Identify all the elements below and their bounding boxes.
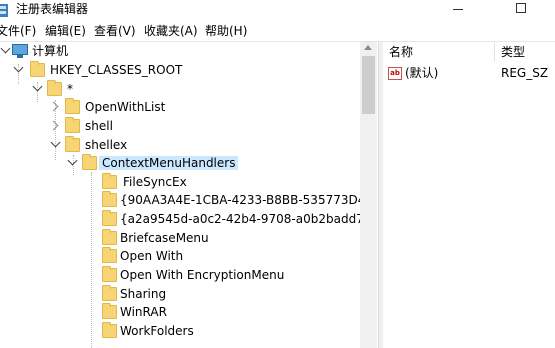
chevron-right-icon[interactable] [48, 120, 59, 131]
tree-label: BriefcaseMenu [120, 231, 209, 245]
value-type: REG_SZ [501, 66, 549, 80]
tree-label: HKEY_CLASSES_ROOT [50, 63, 183, 77]
ab-string-icon: ab [388, 67, 402, 80]
tree-label: Open With EncryptionMenu [120, 268, 285, 282]
menu-view[interactable]: 查看(V) [94, 24, 136, 38]
folder-icon [82, 154, 97, 170]
column-separator[interactable] [494, 42, 495, 62]
tree-label: FileSyncEx [123, 175, 187, 189]
chevron-down-icon[interactable] [50, 137, 61, 148]
chevron-right-icon[interactable] [48, 101, 59, 112]
tree-label: shellex [85, 138, 128, 152]
registry-tree[interactable]: 计算机 HKEY_CLASSES_ROOT * OpenWithList she… [0, 42, 375, 348]
menu-help[interactable]: 帮助(H) [205, 24, 247, 38]
folder-icon [102, 266, 117, 282]
tree-label: Open With [120, 249, 184, 263]
value-row[interactable]: ab (默认) REG_SZ [383, 65, 555, 83]
tree-label: ContextMenuHandlers [99, 156, 239, 170]
chevron-down-icon[interactable] [13, 62, 24, 73]
chevron-down-icon[interactable] [0, 43, 11, 54]
folder-icon [65, 136, 80, 152]
folder-icon [65, 98, 80, 114]
minimize-button[interactable] [436, 0, 482, 19]
folder-icon [30, 61, 45, 77]
tree-label: WinRAR [120, 305, 167, 319]
tree-label: Sharing [120, 287, 167, 301]
folder-icon [102, 285, 117, 301]
tree-scrollbar[interactable] [360, 42, 377, 348]
maximize-button[interactable] [497, 0, 543, 19]
folder-icon [102, 210, 117, 226]
column-header-type[interactable]: 类型 [501, 42, 525, 62]
menu-file[interactable]: 文件(F) [0, 24, 36, 38]
column-header-name[interactable]: 名称 [389, 42, 413, 62]
tree-label: WorkFolders [120, 324, 194, 338]
tree-guide [91, 172, 92, 348]
regedit-app-icon [0, 2, 8, 17]
computer-icon [12, 44, 28, 58]
menu-bar: 文件(F) 编辑(E) 查看(V) 收藏夹(A) 帮助(H) [0, 21, 555, 41]
scroll-up-icon[interactable] [364, 45, 372, 50]
folder-icon [65, 117, 80, 133]
tree-label: OpenWithList [85, 100, 166, 114]
tree-label: {a2a9545d-a0c2-42b4-9708-a0b2badd77c8} [120, 212, 375, 226]
tree-label: * [67, 82, 73, 96]
folder-icon [102, 173, 117, 189]
value-name: (默认) [405, 66, 439, 80]
folder-icon [102, 303, 117, 319]
scroll-thumb[interactable] [362, 56, 375, 114]
folder-icon [102, 229, 117, 245]
menu-edit[interactable]: 编辑(E) [45, 24, 86, 38]
title-bar: 注册表编辑器 [0, 0, 555, 19]
tree-label: {90AA3A4E-1CBA-4233-B8BB-535773D48449 [120, 193, 375, 207]
values-pane[interactable]: 名称 类型 ab (默认) REG_SZ [383, 42, 555, 348]
folder-icon [47, 80, 62, 96]
folder-icon [102, 247, 117, 263]
tree-label: 计算机 [32, 44, 69, 58]
window-title: 注册表编辑器 [16, 2, 89, 16]
tree-label: shell [85, 119, 113, 133]
folder-icon [102, 191, 117, 207]
menu-favorites[interactable]: 收藏夹(A) [144, 24, 198, 38]
chevron-down-icon[interactable] [32, 81, 43, 92]
folder-icon [102, 322, 117, 338]
chevron-down-icon[interactable] [67, 155, 78, 166]
